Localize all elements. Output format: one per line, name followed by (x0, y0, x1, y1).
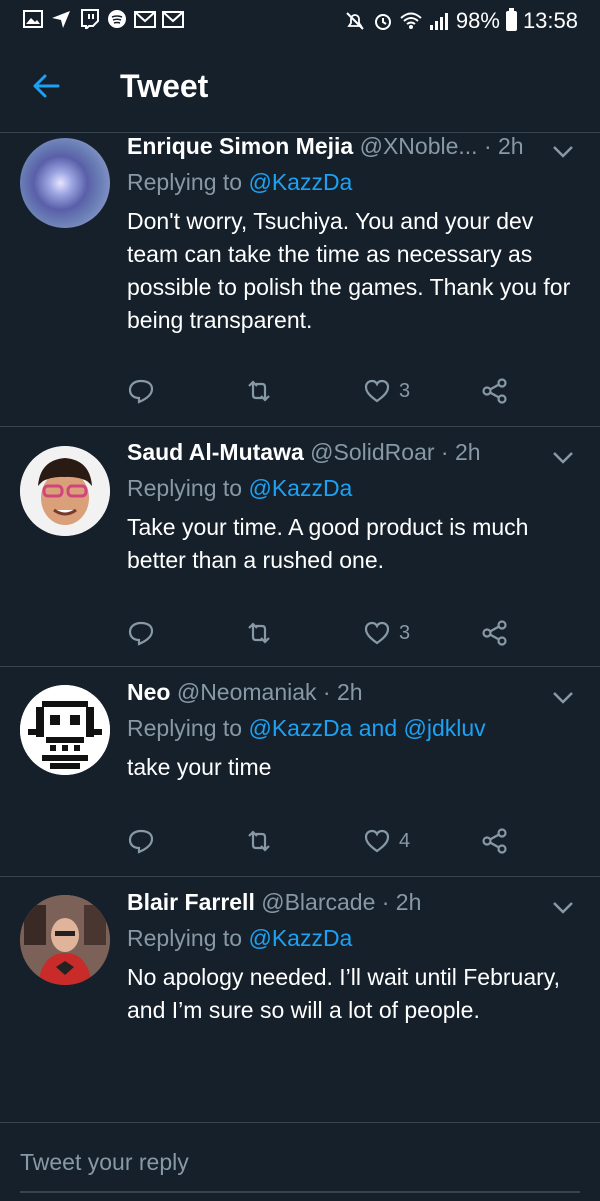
tweet-item[interactable]: Neo @Neomaniak · 2h Replying to @KazzDa … (0, 667, 600, 877)
tweet-item[interactable]: Saud Al-Mutawa @SolidRoar · 2h Replying … (0, 427, 600, 667)
tweet-time: · 2h (322, 679, 363, 705)
share-button[interactable] (481, 615, 509, 651)
user-name[interactable]: Blair Farrell (127, 889, 255, 915)
reply-icon (128, 621, 154, 646)
avatar[interactable] (20, 446, 110, 536)
avatar[interactable] (20, 895, 110, 985)
status-bar: 98% 13:58 (0, 0, 600, 40)
share-button[interactable] (481, 823, 509, 859)
share-icon (482, 828, 507, 854)
mention-link[interactable]: @KazzDa (248, 475, 352, 501)
tweet-actions: 4 (127, 823, 527, 859)
chevron-down-icon[interactable] (552, 145, 574, 159)
like-count: 3 (399, 621, 411, 644)
system-icons: 98% 13:58 (344, 8, 578, 34)
tweet-time: · 2h (440, 439, 481, 465)
tweet-actions: 3 (127, 615, 527, 651)
tweet-header: Enrique Simon Mejia @XNoble... · 2h (127, 133, 524, 160)
tweet-item[interactable]: Blair Farrell @Blarcade · 2h Replying to… (0, 877, 600, 1122)
reply-icon (128, 379, 154, 404)
battery-percent: 98% (455, 8, 500, 33)
replying-to: Replying to @KazzDa and @jdkluv (127, 715, 486, 742)
mention-link[interactable]: @KazzDa (248, 925, 352, 951)
tweet-text: take your time (127, 754, 272, 780)
avatar[interactable] (20, 138, 110, 228)
clock: 13:58 (522, 8, 578, 33)
tweet-header: Neo @Neomaniak · 2h (127, 679, 363, 706)
retweet-button[interactable] (245, 373, 273, 409)
avatar[interactable] (20, 685, 110, 775)
replying-label: Replying to (127, 925, 249, 951)
retweet-icon (248, 830, 270, 852)
reply-button[interactable] (127, 823, 155, 859)
mute-icon (344, 10, 366, 32)
chevron-down-icon[interactable] (552, 451, 574, 465)
like-count: 3 (399, 379, 411, 402)
retweet-icon (248, 622, 270, 644)
tweet-header: Saud Al-Mutawa @SolidRoar · 2h (127, 439, 481, 466)
share-icon (482, 378, 507, 404)
memoji-avatar-image (20, 446, 110, 536)
like-button[interactable]: 3 (363, 373, 410, 409)
tweet-time: · 2h (483, 133, 524, 159)
retweet-button[interactable] (245, 823, 273, 859)
chevron-down-icon[interactable] (552, 901, 574, 915)
reply-icon (128, 829, 154, 854)
replying-label: Replying to (127, 169, 249, 195)
photo-avatar-image (20, 895, 110, 985)
replying-to: Replying to @KazzDa (127, 475, 352, 502)
share-button[interactable] (481, 373, 509, 409)
alarm-icon (372, 10, 394, 32)
mention-link[interactable]: @KazzDa and @jdkluv (248, 715, 485, 741)
gmail-icon-2 (162, 8, 184, 30)
tweet-time: · 2h (381, 889, 422, 915)
replying-label: Replying to (127, 475, 249, 501)
tweet-item[interactable]: Enrique Simon Mejia @XNoble... · 2h Repl… (0, 133, 600, 427)
user-name[interactable]: Neo (127, 679, 170, 705)
tweet-text: Don't worry, Tsuchiya. You and your dev … (127, 208, 571, 333)
notification-icons (22, 8, 184, 30)
reply-input-underline (20, 1191, 580, 1193)
reply-button[interactable] (127, 615, 155, 651)
replying-label: Replying to (127, 715, 249, 741)
reply-button[interactable] (127, 373, 155, 409)
like-button[interactable]: 3 (363, 615, 410, 651)
user-handle: @SolidRoar (310, 439, 435, 465)
user-handle: @XNoble... (359, 133, 478, 159)
user-name[interactable]: Saud Al-Mutawa (127, 439, 304, 465)
heart-icon (364, 829, 390, 853)
gmail-icon (134, 8, 156, 30)
reply-composer: Tweet your reply (0, 1122, 600, 1201)
chevron-down-icon[interactable] (552, 691, 574, 705)
tweet-text: Take your time. A good product is much b… (127, 514, 529, 573)
back-arrow-icon[interactable] (30, 70, 62, 102)
like-button[interactable]: 4 (363, 823, 410, 859)
like-count: 4 (399, 829, 411, 852)
send-icon (50, 8, 72, 30)
heart-icon (364, 379, 390, 403)
tweet-actions: 3 (127, 373, 527, 409)
tweet-text: No apology needed. I’ll wait until Febru… (127, 964, 560, 1023)
gallery-icon (22, 8, 44, 30)
twitch-icon (78, 8, 100, 30)
top-app-bar: Tweet (0, 40, 600, 133)
spotify-icon (106, 8, 128, 30)
page-title: Tweet (120, 68, 209, 104)
replying-to: Replying to @KazzDa (127, 169, 352, 196)
battery-icon (505, 8, 517, 31)
user-name[interactable]: Enrique Simon Mejia (127, 133, 353, 159)
wifi-icon (400, 10, 422, 32)
signal-icon (428, 10, 450, 32)
heart-icon (364, 621, 390, 645)
reply-input[interactable]: Tweet your reply (20, 1149, 189, 1176)
mention-link[interactable]: @KazzDa (248, 169, 352, 195)
share-icon (482, 620, 507, 646)
retweet-icon (248, 380, 270, 402)
replying-to: Replying to @KazzDa (127, 925, 352, 952)
tweet-header: Blair Farrell @Blarcade · 2h (127, 889, 421, 916)
user-handle: @Neomaniak (176, 679, 317, 705)
pixel-art-avatar-image (20, 685, 110, 775)
retweet-button[interactable] (245, 615, 273, 651)
user-handle: @Blarcade (261, 889, 376, 915)
